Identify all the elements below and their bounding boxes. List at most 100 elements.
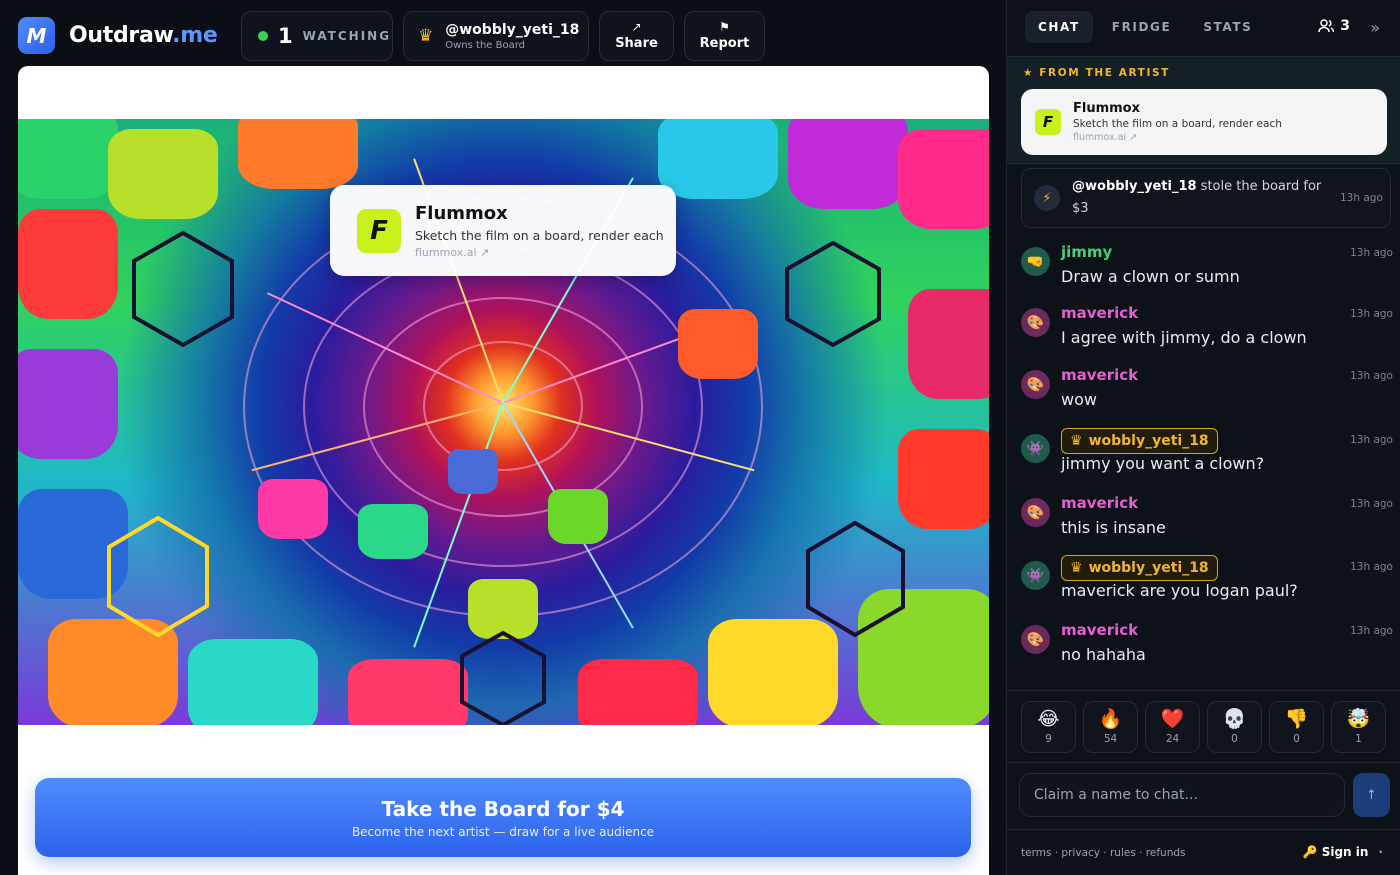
- avatar[interactable]: 👾: [1021, 434, 1050, 463]
- crown-icon: ♛: [1070, 433, 1083, 449]
- report-button[interactable]: ⚑ Report: [684, 11, 765, 61]
- viewer-count[interactable]: 3: [1318, 18, 1350, 34]
- reactions-bar: 😂 9 🔥 54 ❤️ 24 💀 0 👎 0 🤯 1: [1007, 690, 1400, 763]
- owner-username-badge[interactable]: ♛ wobbly_yeti_18: [1061, 555, 1218, 581]
- reaction-count: 0: [1293, 732, 1300, 745]
- art-blob: [898, 129, 989, 229]
- art-hexagon: [806, 520, 905, 638]
- art-hexagon: [132, 230, 234, 348]
- viewer-count-value: 3: [1340, 18, 1350, 34]
- board-stolen-event: ⚡ @wobbly_yeti_18 stole the board for $3…: [1021, 168, 1391, 228]
- reaction-laugh-button[interactable]: 😂 9: [1021, 701, 1076, 753]
- users-icon: [1318, 19, 1335, 33]
- tab-fridge[interactable]: FRIDGE: [1099, 11, 1185, 43]
- message-time: 13h ago: [1350, 308, 1393, 320]
- message-text: this is insane: [1061, 518, 1166, 537]
- art-blob: [898, 429, 989, 529]
- art-hexagon: [785, 240, 881, 348]
- flag-icon: ⚑: [719, 20, 730, 34]
- sponsor-link[interactable]: flummox.ai ↗: [415, 246, 664, 259]
- reaction-count: 54: [1103, 732, 1118, 745]
- art-blob: [678, 309, 758, 379]
- drawing-board: F Flummox Sketch the film on a board, re…: [18, 66, 989, 875]
- tab-chat[interactable]: CHAT: [1025, 11, 1093, 43]
- sign-in-label: Sign in: [1321, 845, 1369, 859]
- thumbs-down-icon: 👎: [1284, 707, 1309, 730]
- message-username[interactable]: maverick: [1061, 494, 1138, 512]
- avatar[interactable]: 🤜: [1021, 247, 1050, 276]
- skull-icon: 💀: [1222, 707, 1247, 730]
- artist-card-name: Flummox: [1073, 101, 1140, 116]
- tab-stats[interactable]: STATS: [1190, 11, 1265, 43]
- art-blob: [18, 209, 118, 319]
- brand-name: Outdraw.me: [69, 23, 218, 48]
- avatar[interactable]: 🎨: [1021, 498, 1050, 527]
- reaction-count: 24: [1165, 732, 1180, 745]
- watch-count: 1: [278, 24, 293, 48]
- footer-links[interactable]: terms · privacy · rules · refunds: [1021, 847, 1186, 859]
- message-username[interactable]: jimmy: [1061, 243, 1112, 261]
- message-username[interactable]: maverick: [1061, 621, 1138, 639]
- message-time: 13h ago: [1350, 561, 1393, 573]
- artist-sponsor-card[interactable]: F Flummox Sketch the film on a board, re…: [1021, 89, 1387, 155]
- message-username[interactable]: maverick: [1061, 304, 1138, 322]
- board-owner[interactable]: ♛ @wobbly_yeti_18 Owns the Board: [403, 11, 589, 61]
- flummox-logo-icon: F: [357, 208, 401, 253]
- lightning-icon: ⚡: [1034, 185, 1060, 211]
- fire-icon: 🔥: [1098, 707, 1123, 730]
- board-canvas[interactable]: F Flummox Sketch the film on a board, re…: [18, 119, 989, 725]
- share-label: Share: [615, 36, 658, 51]
- reaction-thumbs-down-button[interactable]: 👎 0: [1269, 701, 1324, 753]
- art-blob: [908, 289, 989, 399]
- report-label: Report: [699, 36, 750, 51]
- art-hexagon: [460, 630, 546, 725]
- avatar[interactable]: 👾: [1021, 561, 1050, 590]
- double-chevron-right-icon[interactable]: »: [1370, 18, 1380, 37]
- art-blob: [108, 129, 218, 219]
- sidebar-footer: terms · privacy · rules · refunds 🔑 Sign …: [1007, 829, 1400, 875]
- art-blob: [358, 504, 428, 559]
- artist-card-link[interactable]: flummox.ai ↗: [1073, 132, 1282, 143]
- sponsor-card[interactable]: F Flummox Sketch the film on a board, re…: [330, 185, 676, 276]
- owner-subtitle: Owns the Board: [445, 39, 526, 51]
- avatar[interactable]: 🎨: [1021, 308, 1050, 337]
- reaction-mind-blown-button[interactable]: 🤯 1: [1331, 701, 1386, 753]
- sidebar-tabs: CHAT FRIDGE STATS: [1025, 11, 1265, 43]
- brand-logo[interactable]: M Outdraw.me: [18, 17, 218, 54]
- reaction-fire-button[interactable]: 🔥 54: [1083, 701, 1138, 753]
- avatar[interactable]: 🎨: [1021, 370, 1050, 399]
- key-icon: 🔑: [1302, 845, 1318, 859]
- reaction-skull-button[interactable]: 💀 0: [1207, 701, 1262, 753]
- reaction-count: 9: [1045, 732, 1052, 745]
- message-text: I agree with jimmy, do a clown: [1061, 328, 1307, 347]
- chat-input[interactable]: [1019, 773, 1345, 817]
- send-button[interactable]: ↑: [1353, 773, 1390, 817]
- message-time: 13h ago: [1350, 370, 1393, 382]
- art-blob: [788, 119, 908, 209]
- reaction-heart-button[interactable]: ❤️ 24: [1145, 701, 1200, 753]
- art-blob: [658, 119, 778, 199]
- take-board-button[interactable]: Take the Board for $4 Become the next ar…: [35, 778, 971, 857]
- message-text: Draw a clown or sumn: [1061, 267, 1240, 286]
- art-blob: [348, 659, 468, 725]
- arrow-up-right-icon: ↗: [631, 20, 642, 34]
- art-hexagon: [107, 515, 209, 638]
- heart-icon: ❤️: [1160, 707, 1185, 730]
- mind-blown-icon: 🤯: [1346, 707, 1371, 730]
- message-time: 13h ago: [1350, 625, 1393, 637]
- sign-in-separator: ·: [1378, 845, 1383, 859]
- art-blob: [448, 449, 498, 494]
- owner-username-badge[interactable]: ♛ wobbly_yeti_18: [1061, 428, 1218, 454]
- crown-icon: ♛: [418, 26, 434, 46]
- avatar[interactable]: 🎨: [1021, 625, 1050, 654]
- art-blob: [188, 639, 318, 725]
- share-button[interactable]: ↗ Share: [599, 11, 674, 61]
- cta-subtitle: Become the next artist — draw for a live…: [351, 824, 655, 839]
- message-username[interactable]: maverick: [1061, 366, 1138, 384]
- message-text: wow: [1061, 390, 1097, 409]
- sidebar: CHAT FRIDGE STATS 3 » ★ FROM THE ARTIST …: [1006, 0, 1400, 875]
- art-blob: [258, 479, 328, 539]
- message-time: 13h ago: [1350, 498, 1393, 510]
- sign-in-button[interactable]: 🔑 Sign in ·: [1303, 845, 1383, 859]
- reaction-count: 0: [1231, 732, 1238, 745]
